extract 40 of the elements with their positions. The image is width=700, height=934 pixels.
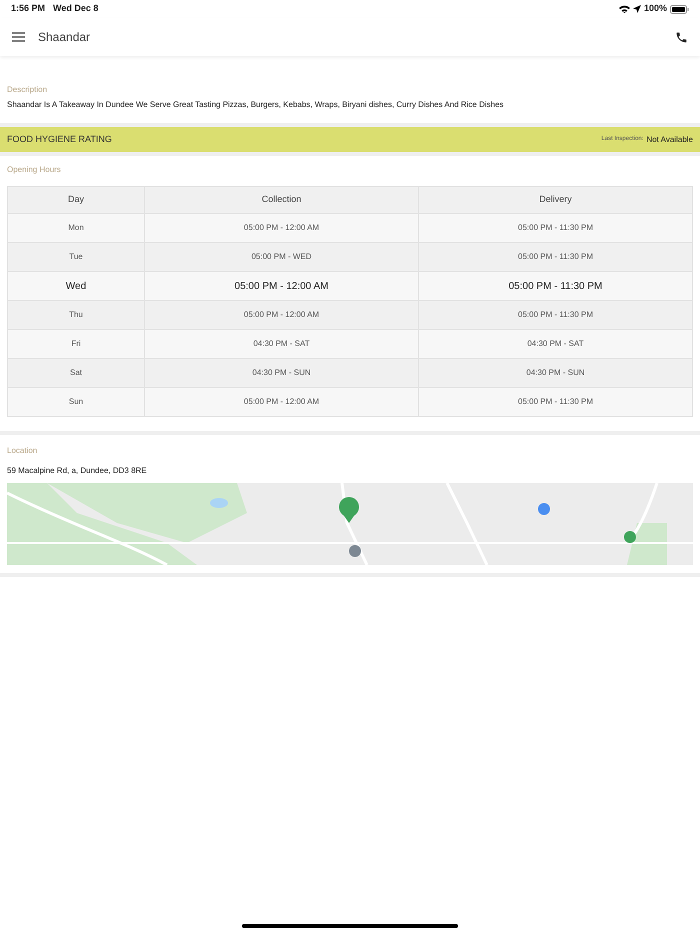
table-cell: 05:00 PM - 12:00 AM: [234, 280, 328, 292]
battery-percentage: 100%: [644, 2, 667, 16]
status-time: 1:56 PM: [11, 2, 46, 16]
table-cell: 04:30 PM - SAT: [527, 339, 584, 348]
table-cell: 05:00 PM - 12:00 AM: [244, 397, 320, 406]
table-cell: Wed: [66, 280, 86, 292]
table-cell: 05:00 PM - 11:30 PM: [518, 223, 593, 232]
table-cell: 05:00 PM - 11:30 PM: [508, 280, 602, 292]
battery-icon: [670, 4, 689, 14]
table-cell: 05:00 PM - 12:00 AM: [244, 310, 320, 319]
column-header: Delivery: [539, 194, 572, 204]
table-cell: 04:30 PM - SAT: [253, 339, 310, 348]
table-cell: Tue: [69, 252, 83, 261]
table-cell: Sun: [68, 397, 84, 406]
table-cell: 05:00 PM - 11:30 PM: [518, 310, 593, 319]
page-title: Shaandar: [38, 29, 90, 46]
section-label: Description: [7, 84, 48, 96]
table-cell: Thu: [69, 310, 83, 319]
status-date: Wed Dec 8: [53, 2, 98, 16]
column-header: Collection: [262, 194, 302, 204]
table-cell: Mon: [68, 223, 84, 232]
table-cell: 04:30 PM - SUN: [526, 368, 585, 377]
table-cell: Fri: [71, 339, 81, 348]
description-text: Shaandar Is A Takeaway In Dundee We Serve Great Tasting Pizzas, Burgers, Kebabs, Wraps, Biryani dishes, Curry Dishes And Rice Dishes: [7, 99, 505, 111]
menu-icon[interactable]: [12, 32, 25, 42]
table-cell: 05:00 PM - 12:00 AM: [244, 223, 320, 232]
table-cell: 05:00 PM - WED: [251, 252, 312, 261]
column-header: Day: [68, 194, 84, 204]
table-cell: Sat: [70, 368, 82, 377]
inspection-value: Not Available: [646, 134, 693, 146]
table-cell: 05:00 PM - 11:30 PM: [518, 252, 593, 261]
table-cell: 04:30 PM - SUN: [252, 368, 311, 377]
section-label: Opening Hours: [7, 164, 62, 176]
location-arrow-icon: [632, 5, 641, 13]
section-label: Location: [7, 445, 38, 457]
phone-icon[interactable]: [675, 30, 688, 44]
address-text: 59 Macalpine Rd, a, Dundee, DD3 8RE: [7, 465, 148, 477]
wifi-icon: [618, 5, 630, 13]
table-cell: 05:00 PM - 11:30 PM: [518, 397, 593, 406]
hygiene-title: FOOD HYGIENE RATING: [7, 132, 112, 146]
